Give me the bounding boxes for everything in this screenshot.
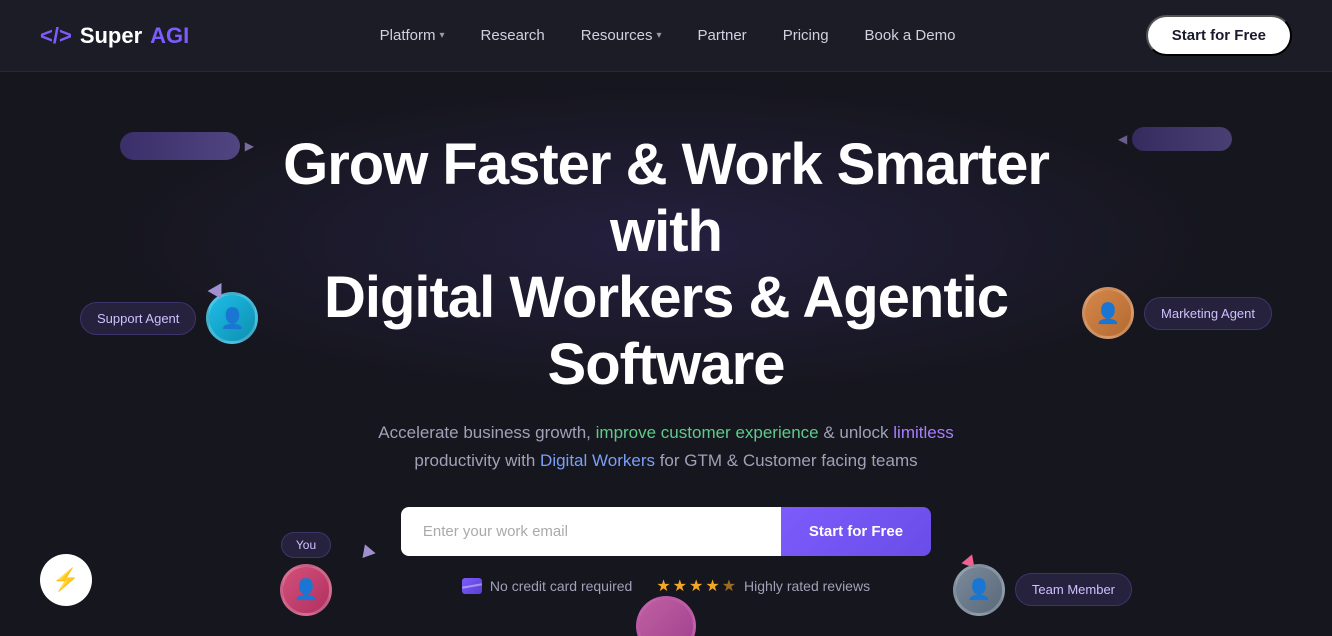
marketing-agent-avatar: 👤 bbox=[1082, 287, 1134, 339]
hero-start-free-button[interactable]: Start for Free bbox=[781, 507, 931, 556]
navbar: </> Super AGI Platform ▾ Research Resourc… bbox=[0, 0, 1332, 72]
star-2: ★ bbox=[673, 576, 687, 596]
reviews-item: ★ ★ ★ ★ ★ Highly rated reviews bbox=[656, 576, 870, 596]
reviews-text: Highly rated reviews bbox=[744, 578, 870, 594]
nav-link-book-demo[interactable]: Book a Demo bbox=[851, 19, 970, 52]
marketing-agent-label: Marketing Agent bbox=[1144, 297, 1272, 330]
subtitle-highlight-growth: improve customer experience bbox=[596, 423, 819, 442]
nav-item-resources[interactable]: Resources ▾ bbox=[567, 19, 676, 52]
support-agent-avatar: 👤 bbox=[206, 292, 258, 344]
email-input[interactable] bbox=[401, 507, 781, 556]
hero-title: Grow Faster & Work Smarter with Digital … bbox=[256, 132, 1076, 399]
nav-item-platform[interactable]: Platform ▾ bbox=[366, 19, 459, 52]
subtitle-highlight-limitless: limitless bbox=[893, 423, 953, 442]
support-agent-widget: Support Agent 👤 bbox=[80, 292, 258, 344]
star-rating: ★ ★ ★ ★ ★ bbox=[656, 576, 736, 596]
nav-link-partner[interactable]: Partner bbox=[683, 19, 760, 52]
no-credit-card-item: No credit card required bbox=[462, 578, 632, 594]
email-form: Start for Free bbox=[40, 507, 1292, 556]
nav-link-resources[interactable]: Resources ▾ bbox=[567, 19, 676, 52]
no-credit-card-icon bbox=[462, 578, 482, 594]
subtitle-highlight-digital: Digital Workers bbox=[540, 451, 655, 470]
nav-item-pricing[interactable]: Pricing bbox=[769, 19, 843, 52]
star-half: ★ bbox=[722, 576, 736, 596]
nav-start-free-button[interactable]: Start for Free bbox=[1146, 15, 1292, 56]
star-4: ★ bbox=[705, 576, 719, 596]
nav-link-pricing[interactable]: Pricing bbox=[769, 19, 843, 52]
chevron-down-icon: ▾ bbox=[440, 30, 445, 41]
deco-top-left bbox=[120, 132, 240, 160]
nav-link-platform[interactable]: Platform ▾ bbox=[366, 19, 459, 52]
star-3: ★ bbox=[689, 576, 703, 596]
support-agent-label: Support Agent bbox=[80, 302, 196, 335]
logo-bracket: </> bbox=[40, 23, 72, 49]
trust-row: No credit card required ★ ★ ★ ★ ★ Highly… bbox=[40, 576, 1292, 596]
hero-section: Grow Faster & Work Smarter with Digital … bbox=[0, 72, 1332, 636]
nav-item-research[interactable]: Research bbox=[467, 19, 559, 52]
logo-super: Super bbox=[80, 23, 142, 49]
deco-top-right bbox=[1132, 127, 1232, 151]
marketing-agent-widget: 👤 Marketing Agent bbox=[1082, 287, 1272, 339]
logo[interactable]: </> Super AGI bbox=[40, 23, 189, 49]
bottom-center-avatar bbox=[636, 596, 696, 636]
nav-item-book-demo[interactable]: Book a Demo bbox=[851, 19, 970, 52]
logo-agi: AGI bbox=[150, 23, 189, 49]
nav-item-partner[interactable]: Partner bbox=[683, 19, 760, 52]
nav-links: Platform ▾ Research Resources ▾ Partner … bbox=[366, 19, 970, 52]
hero-subtitle: Accelerate business growth, improve cust… bbox=[376, 419, 956, 475]
no-credit-card-text: No credit card required bbox=[490, 578, 632, 594]
star-1: ★ bbox=[656, 576, 670, 596]
nav-link-research[interactable]: Research bbox=[467, 19, 559, 52]
chevron-down-icon: ▾ bbox=[656, 30, 661, 41]
